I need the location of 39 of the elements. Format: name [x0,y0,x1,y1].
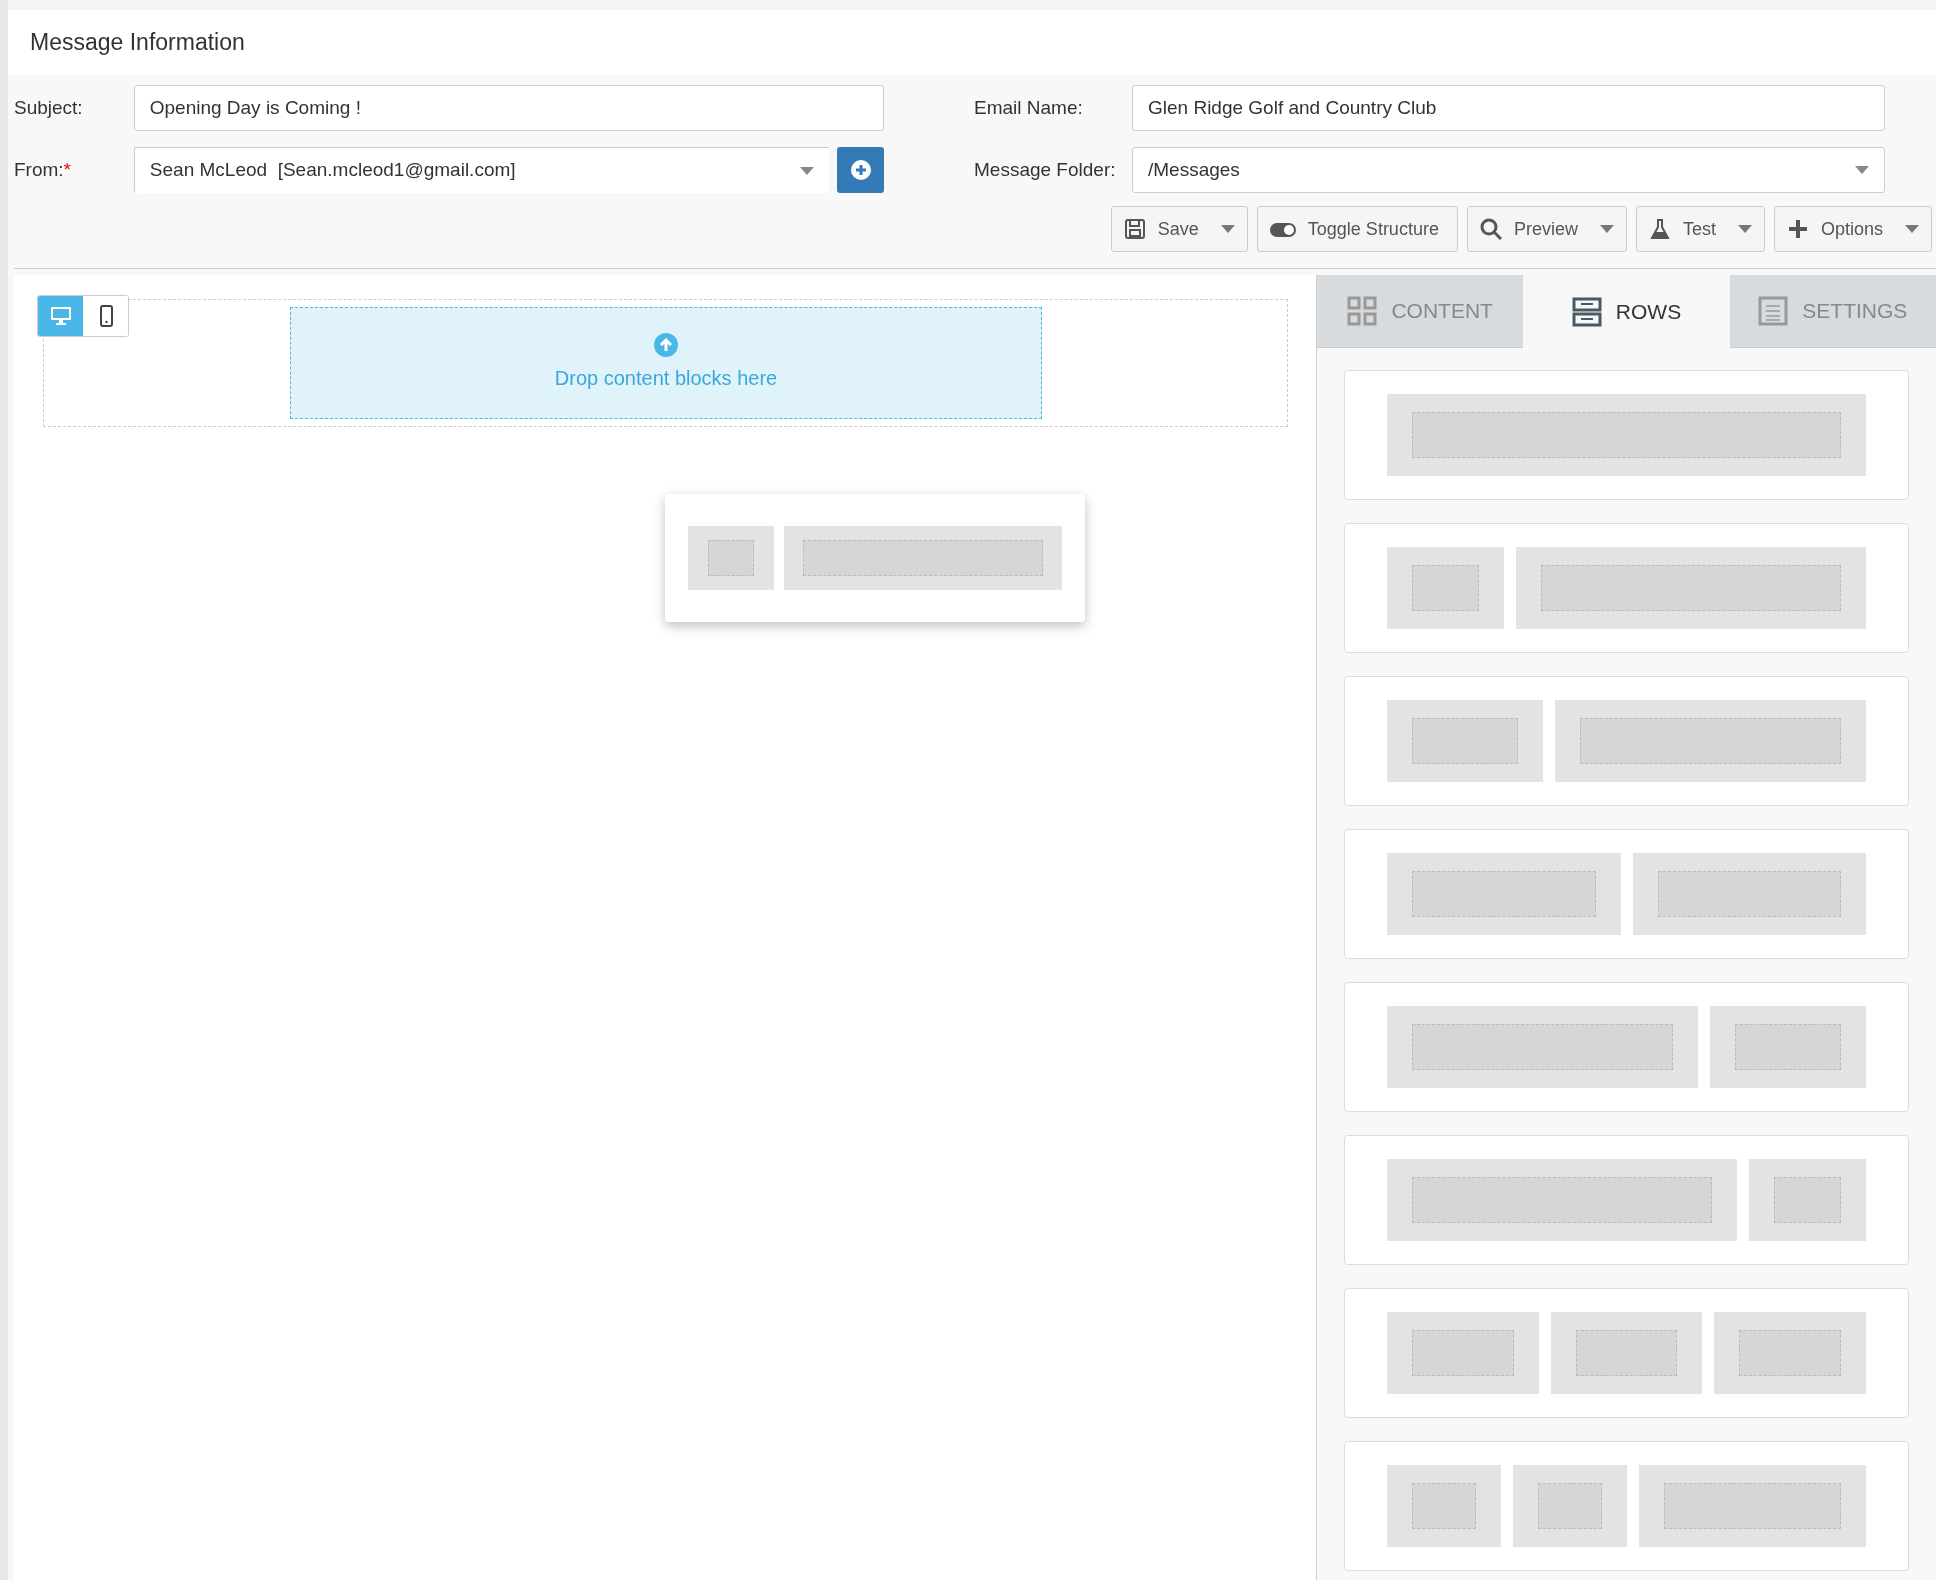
grid-icon [1347,296,1378,326]
row-layout-card[interactable] [1344,1288,1909,1418]
plus-circle-icon [849,159,872,181]
toolbar-button[interactable]: Options [1773,206,1932,252]
flask-icon [1648,218,1671,240]
device-toggle-button[interactable] [38,296,83,336]
caret-icon [1220,225,1235,233]
toolbar-button[interactable]: Save [1110,206,1248,252]
caret-icon [800,166,815,175]
email-name-field[interactable]: Glen Ridge Golf and Country Club [1132,85,1885,131]
section-title: Message Information [30,28,245,58]
toolbar-button[interactable]: Test [1635,206,1765,252]
toolbar-button[interactable]: Toggle Structure [1256,206,1458,252]
row-layout-card[interactable] [1344,1135,1909,1265]
document-icon [1758,296,1789,326]
caret-icon [1905,225,1919,233]
rows-icon [1571,296,1602,327]
row-layout-card[interactable] [1344,370,1909,500]
row-layout-card[interactable] [1344,1441,1909,1571]
field-label: Email Name: [974,95,1084,120]
row-layout-card[interactable] [1344,829,1909,959]
row-layout-card[interactable] [1344,523,1909,653]
subject-field[interactable]: Opening Day is Coming ! [133,85,884,131]
field-label: Message Folder: [974,157,1117,182]
add-sender-button[interactable] [837,147,884,193]
sender-dropdown[interactable]: Sean McLeod [Sean.mcleod1@gmail.com] [133,147,830,193]
plus-icon [1786,218,1809,240]
folder-dropdown[interactable]: /Messages [1132,147,1885,193]
row-layout-card[interactable] [1344,982,1909,1112]
caret-icon [1855,166,1869,174]
caret-icon [1737,225,1752,233]
toolbar-button[interactable]: Preview [1466,206,1627,252]
caret-icon [1599,225,1614,233]
row-layout-card[interactable] [1344,676,1909,806]
field-label: Subject: [14,95,84,120]
search-icon [1479,218,1502,240]
field-label: From:* [14,157,72,182]
monitor-icon [49,305,72,327]
drop-zone-text: Drop content blocks here [554,366,778,391]
